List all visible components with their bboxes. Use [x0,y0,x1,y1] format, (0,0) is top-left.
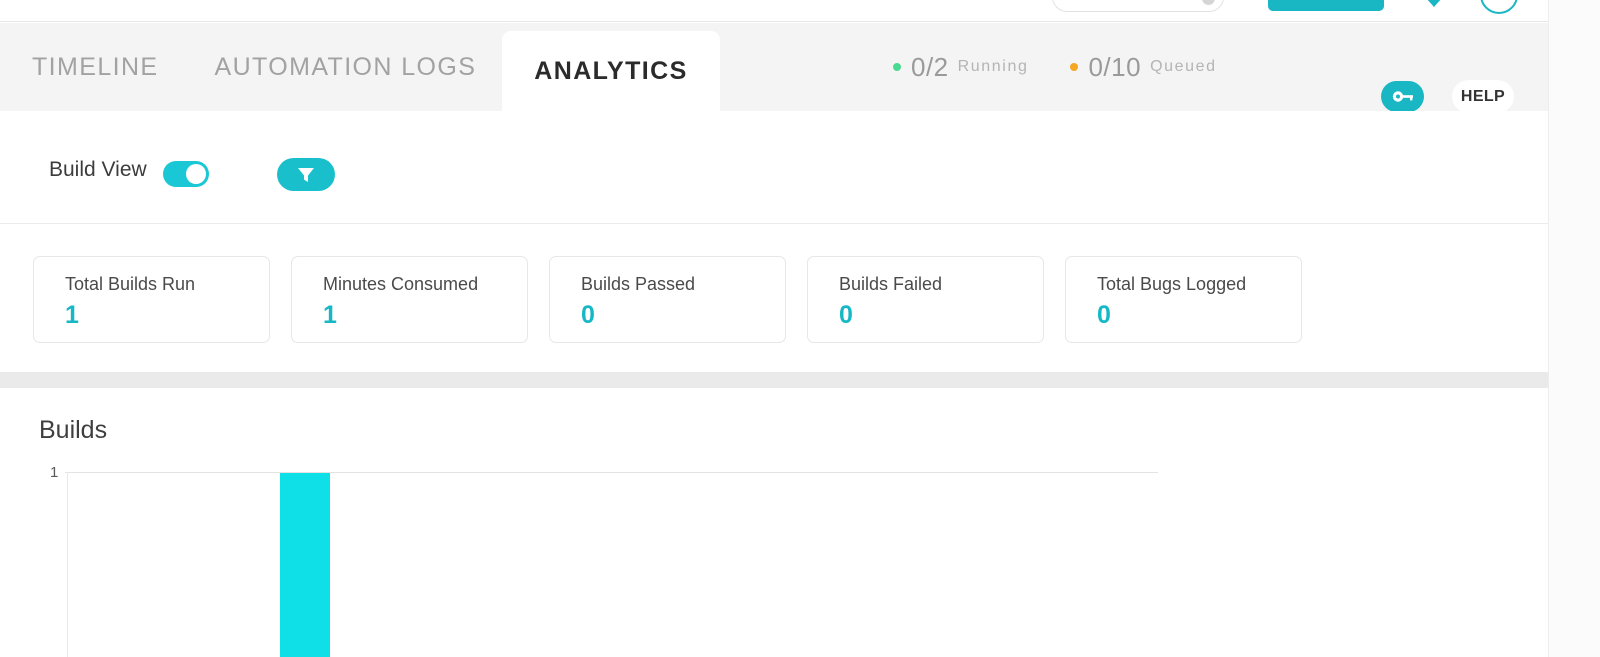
toggle-knob [186,164,206,184]
access-key-button[interactable] [1381,81,1424,112]
stat-value: 1 [65,301,79,329]
help-button[interactable]: HELP [1452,80,1514,113]
analytics-toolbar: Build View Users TODAY [0,111,1548,310]
tab-automation-logs-label: AUTOMATION LOGS [214,52,477,81]
status-queued: 0/10 Queued [1070,52,1216,83]
stat-label: Builds Failed [839,274,943,294]
status-group: 0/2 Running 0/10 Queued [893,23,1217,111]
chart-bar[interactable] [280,473,330,657]
queued-count: 0/10 [1088,51,1142,82]
running-count: 0/2 [911,51,949,82]
stat-label: Builds Passed [581,274,696,294]
funnel-icon [298,167,314,182]
queued-label: Queued [1150,58,1217,75]
global-topbar [0,0,1548,22]
stat-card-minutes-consumed: Minutes Consumed 1 [291,256,528,343]
stat-card-builds-failed: Builds Failed 0 [807,256,1044,343]
tab-analytics[interactable]: ANALYTICS [502,31,720,111]
help-label: HELP [1460,87,1506,105]
build-view-label: Build View [49,158,147,181]
stat-value: 0 [1097,301,1111,329]
page-content: TIMELINE AUTOMATION LOGS ANALYTICS 0/2 R… [0,0,1548,657]
chevron-down-icon[interactable] [1426,0,1442,7]
chart-title: Builds [39,416,108,444]
stat-value: 0 [839,301,853,329]
filter-button[interactable] [277,158,335,191]
tab-list: TIMELINE AUTOMATION LOGS ANALYTICS [32,23,720,111]
y-axis-line [67,472,68,657]
search-clear-icon[interactable] [1202,0,1215,5]
tab-timeline-label: TIMELINE [32,52,159,81]
stat-value: 1 [323,301,337,329]
avatar[interactable] [1480,0,1518,14]
builds-chart-panel: Builds 1 [13,388,1548,657]
chart-plot-area: 1 [13,460,1548,657]
tab-strip: TIMELINE AUTOMATION LOGS ANALYTICS 0/2 R… [0,23,1548,113]
build-view-toggle[interactable] [163,161,209,187]
stat-value: 0 [581,301,595,329]
stat-label: Minutes Consumed [323,274,479,294]
stat-card-total-bugs-logged: Total Bugs Logged 0 [1065,256,1302,343]
y-axis-tick-label: 1 [50,464,59,481]
stats-row: Total Builds Run 1 Minutes Consumed 1 Bu… [0,224,1548,372]
stat-label: Total Bugs Logged [1097,274,1247,294]
queued-dot-icon [1070,63,1079,71]
key-icon [1392,91,1413,102]
stat-card-total-builds-run: Total Builds Run 1 [33,256,270,343]
running-dot-icon [893,63,901,71]
gridline [65,472,1158,473]
global-search-input[interactable] [1052,0,1224,12]
app-viewport: TIMELINE AUTOMATION LOGS ANALYTICS 0/2 R… [0,0,1600,657]
tab-automation-logs[interactable]: AUTOMATION LOGS [189,23,503,111]
stat-label: Total Builds Run [65,274,196,294]
tab-timeline[interactable]: TIMELINE [32,23,189,111]
tab-analytics-label: ANALYTICS [534,56,688,85]
status-running: 0/2 Running [893,52,1028,83]
section-divider [0,372,1548,388]
global-cta-button[interactable] [1268,0,1384,11]
stat-card-builds-passed: Builds Passed 0 [549,256,786,343]
page-scrollbar-track[interactable] [1548,0,1600,657]
running-label: Running [957,58,1029,75]
